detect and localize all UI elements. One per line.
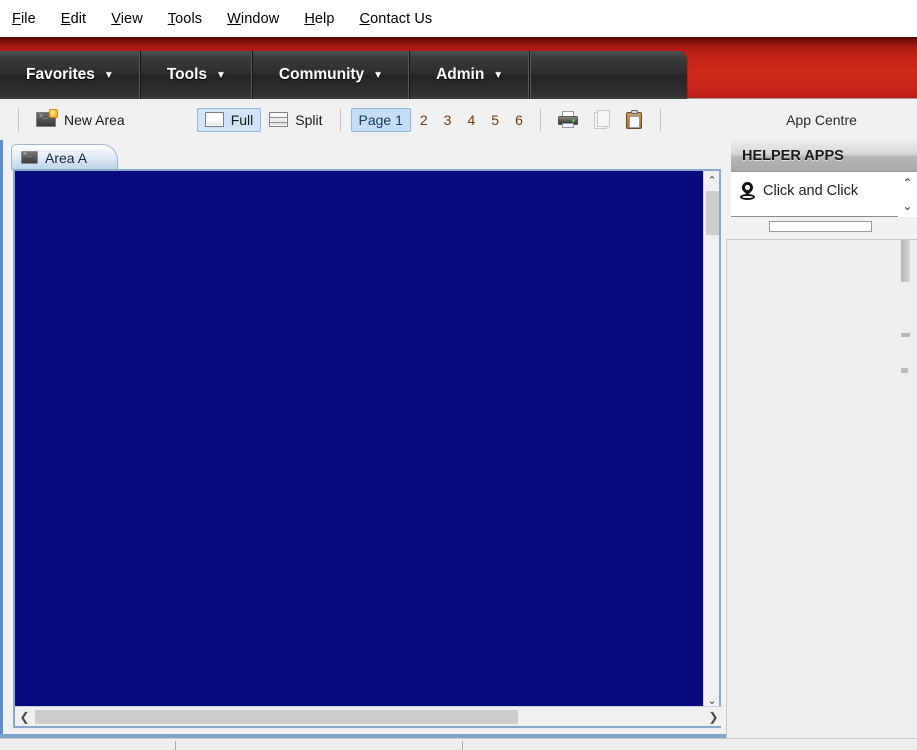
menubar: File Edit View Tools Window Help Contact… [0,0,917,37]
toolbar-separator [18,108,19,131]
page-button-2[interactable]: 2 [413,108,435,132]
page-button-5[interactable]: 5 [484,108,506,132]
menu-tools-label: ools [175,10,203,27]
status-bar-divider [462,741,463,750]
terminal-canvas[interactable] [15,171,703,710]
scroll-up-icon[interactable]: ⌃ [902,176,912,190]
menu-contact-us[interactable]: Contact Us [360,11,433,27]
menu-window[interactable]: Window [227,11,279,27]
page-button-3[interactable]: 3 [437,108,459,132]
app-click-and-click[interactable]: Click and Click [731,172,898,210]
menu-help-label: elp [314,10,335,27]
app-centre-label[interactable]: App Centre [726,99,917,140]
menu-file-mnemonic: F [12,10,21,27]
canvas-frame: ⌃ ⌄ ❮ ❯ [13,169,723,728]
page-button-6[interactable]: 6 [508,108,530,132]
canvas-horizontal-scrollbar[interactable]: ❮ ❯ [15,706,723,726]
helper-apps-list: Click and Click [731,172,898,217]
menu-view-mnemonic: V [111,10,121,27]
location-pin-icon [739,179,756,201]
toolbar-separator [339,108,341,131]
helper-apps-panel: HELPER APPS Click and Click ⌃ ⌄ [726,140,917,739]
scroll-down-icon[interactable]: ⌄ [902,199,912,213]
nav-admin[interactable]: Admin ▼ [410,51,531,99]
scroll-up-icon[interactable]: ⌃ [704,171,720,190]
chevron-down-icon: ▼ [216,69,226,81]
paste-icon [625,110,643,129]
menu-contact-us-label: ontact Us [370,10,433,27]
horizontal-scroll-thumb[interactable] [35,710,518,724]
menu-view-label: iew [120,10,143,27]
toolbar-separator [539,108,541,131]
canvas-vertical-scrollbar[interactable]: ⌃ ⌄ [703,171,719,710]
helper-apps-header: HELPER APPS [731,140,917,172]
chevron-down-icon: ▼ [373,69,384,81]
menu-contact-us-mnemonic: C [359,10,371,27]
status-bar [0,738,917,750]
nav-community[interactable]: Community ▼ [253,51,411,99]
print-button[interactable] [550,107,586,133]
window-left-border [0,140,3,738]
menu-window-mnemonic: W [227,10,241,27]
scroll-right-icon[interactable]: ❯ [704,707,723,726]
view-full-button[interactable]: Full [196,107,262,132]
helper-apps-horizontal-scrollbar[interactable] [731,218,917,235]
main-navigation: Favorites ▼ Tools ▼ Community ▼ Admin ▼ [0,51,687,99]
split-pane-icon [269,112,289,127]
copy-icon [593,110,610,129]
chevron-down-icon: ▼ [493,69,504,81]
panel-scroll-thumb[interactable] [901,240,910,282]
paste-button[interactable] [618,106,651,133]
terminal-icon [21,151,38,164]
full-pane-icon [204,112,224,127]
helper-apps-list-scrollbar[interactable]: ⌃ ⌄ [898,172,917,217]
nav-tools[interactable]: Tools ▼ [141,51,253,99]
menu-view[interactable]: View [111,11,143,27]
menu-file[interactable]: File [12,11,36,27]
page-button-4[interactable]: 4 [460,108,482,132]
status-bar-divider [175,741,176,750]
tab-area-a-label: Area A [45,149,88,166]
toolbar-separator [659,108,661,131]
scroll-left-icon[interactable]: ❮ [15,707,34,726]
helper-apps-body [726,239,917,739]
menu-tools[interactable]: Tools [168,11,202,27]
panel-scroll-mark [901,333,910,337]
vertical-scroll-thumb[interactable] [706,191,719,235]
nav-admin-label: Admin [436,66,485,83]
menu-help-mnemonic: H [304,10,315,27]
app-window: File Edit View Tools Window Help Contact… [0,0,917,750]
nav-favorites-label: Favorites [26,66,95,83]
menu-help[interactable]: Help [304,11,334,27]
nav-favorites[interactable]: Favorites ▼ [0,51,141,99]
menu-edit-mnemonic: E [60,10,71,27]
printer-icon [557,110,578,129]
copy-button[interactable] [586,106,618,133]
view-full-label: Full [230,111,254,128]
page-button-1[interactable]: Page 1 [350,107,411,132]
chevron-down-icon: ▼ [103,69,114,81]
document-window: Area A ⌃ ⌄ ❮ ❯ [0,140,726,738]
panel-scroll-mark [901,368,908,373]
menu-edit[interactable]: Edit [61,11,86,27]
new-area-icon [36,109,58,128]
new-area-label: New Area [64,111,125,128]
helper-apps-body-scrollbar[interactable] [901,240,910,739]
tab-area-a[interactable]: Area A [11,144,119,170]
app-click-and-click-label: Click and Click [763,183,859,199]
view-split-button[interactable]: Split [261,108,330,132]
nav-tools-label: Tools [166,66,208,83]
helper-apps-horizontal-thumb[interactable] [769,221,872,232]
new-area-button[interactable]: New Area [28,107,133,132]
view-split-label: Split [295,111,323,128]
nav-community-label: Community [278,66,365,83]
toolbar: New Area Full Split Page 1 2 3 4 5 6 [0,99,726,140]
menu-window-label: indow [240,10,280,27]
menu-file-label: ile [20,10,36,27]
menu-edit-label: dit [70,10,87,27]
tab-strip: Area A [11,144,721,170]
